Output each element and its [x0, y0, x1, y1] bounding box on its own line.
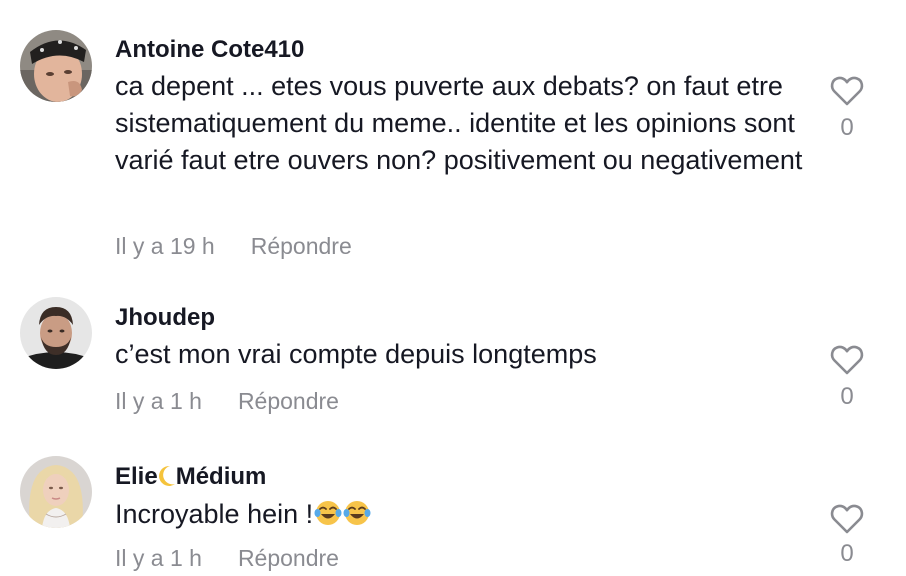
crescent-moon-icon	[158, 465, 175, 486]
comment-username[interactable]: Antoine Cote410	[115, 36, 304, 64]
comment-text-content: Incroyable hein !	[115, 499, 314, 529]
man-beard-avatar-icon	[20, 297, 92, 369]
reply-button[interactable]: Répondre	[238, 545, 339, 571]
reply-button[interactable]: Répondre	[238, 388, 339, 414]
comment-meta: Il y a 1 h Répondre	[115, 545, 339, 572]
reply-button[interactable]: Répondre	[251, 233, 352, 259]
like-control: 0	[827, 345, 867, 411]
comment-time: Il y a 19 h	[115, 233, 215, 259]
heart-outline-icon[interactable]	[830, 76, 864, 106]
like-control: 0	[827, 76, 867, 142]
avatar[interactable]	[20, 297, 92, 369]
comment-username[interactable]: Jhoudep	[115, 304, 215, 332]
comment-text: ca depent ... etes vous puverte aux deba…	[115, 71, 803, 175]
woman-blonde-avatar-icon	[20, 456, 92, 528]
face-with-tears-of-joy-icon	[314, 501, 342, 525]
face-with-tears-of-joy-icon	[343, 501, 371, 525]
comment-time: Il y a 1 h	[115, 545, 202, 571]
man-bandana-avatar-icon	[20, 30, 92, 102]
comment-text: Incroyable hein !	[115, 496, 815, 533]
username-part: Elie	[115, 463, 158, 490]
username-part: Médium	[175, 463, 267, 490]
comment-username[interactable]: Elie Médium	[115, 463, 266, 491]
like-control: 0	[827, 504, 867, 568]
comment-meta: Il y a 19 h Répondre	[115, 233, 352, 260]
like-count: 0	[840, 114, 854, 141]
like-count: 0	[840, 383, 854, 410]
comment-meta: Il y a 1 h Répondre	[115, 388, 339, 415]
avatar[interactable]	[20, 456, 92, 528]
heart-outline-icon[interactable]	[830, 504, 864, 534]
like-count: 0	[840, 540, 854, 567]
comment-text: c’est mon vrai compte depuis longtemps	[115, 339, 597, 369]
comment-time: Il y a 1 h	[115, 388, 202, 414]
heart-outline-icon[interactable]	[830, 345, 864, 375]
avatar[interactable]	[20, 30, 92, 102]
